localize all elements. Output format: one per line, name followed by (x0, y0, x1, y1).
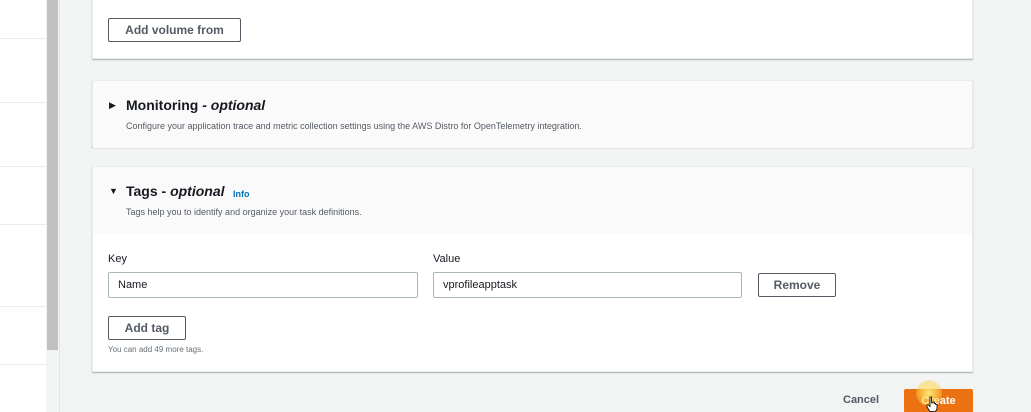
tag-limit-hint: You can add 49 more tags. (108, 345, 204, 354)
monitoring-panel: ▶ Monitoring - optional Configure your a… (92, 80, 973, 148)
nav-divider (0, 38, 46, 39)
left-navigation-panel (0, 0, 46, 412)
monitoring-optional-label: optional (210, 97, 266, 113)
monitoring-title[interactable]: Monitoring - optional (126, 97, 265, 113)
tag-key-label: Key (108, 253, 127, 265)
nav-divider (0, 306, 46, 307)
hand-cursor-icon (926, 396, 938, 412)
tags-optional-label: optional (170, 183, 225, 199)
nav-divider (0, 224, 46, 225)
remove-tag-button[interactable]: Remove (758, 273, 836, 297)
monitoring-description: Configure your application trace and met… (126, 121, 582, 131)
caret-down-icon[interactable]: ▼ (109, 186, 118, 196)
add-volume-from-button[interactable]: Add volume from (108, 18, 241, 42)
tag-key-input[interactable] (108, 272, 418, 298)
cancel-button[interactable]: Cancel (843, 394, 879, 406)
tag-value-label: Value (433, 253, 461, 265)
volumes-from-panel: Add volume from (92, 0, 973, 59)
nav-divider (0, 102, 46, 103)
tags-title[interactable]: Tags - optional (126, 183, 225, 199)
nav-divider (0, 364, 46, 365)
caret-right-icon[interactable]: ▶ (109, 100, 116, 111)
tags-header[interactable]: ▼ Tags - optional Info Tags help you to … (93, 167, 972, 234)
scrollbar-thumb[interactable] (47, 0, 58, 350)
nav-divider (0, 166, 46, 167)
tags-panel: ▼ Tags - optional Info Tags help you to … (92, 166, 973, 372)
tags-description: Tags help you to identify and organize y… (126, 207, 362, 217)
tags-info-link[interactable]: Info (233, 189, 250, 199)
monitoring-header[interactable]: ▶ Monitoring - optional Configure your a… (93, 81, 972, 148)
add-tag-button[interactable]: Add tag (108, 316, 186, 340)
tag-value-input[interactable] (433, 272, 742, 298)
